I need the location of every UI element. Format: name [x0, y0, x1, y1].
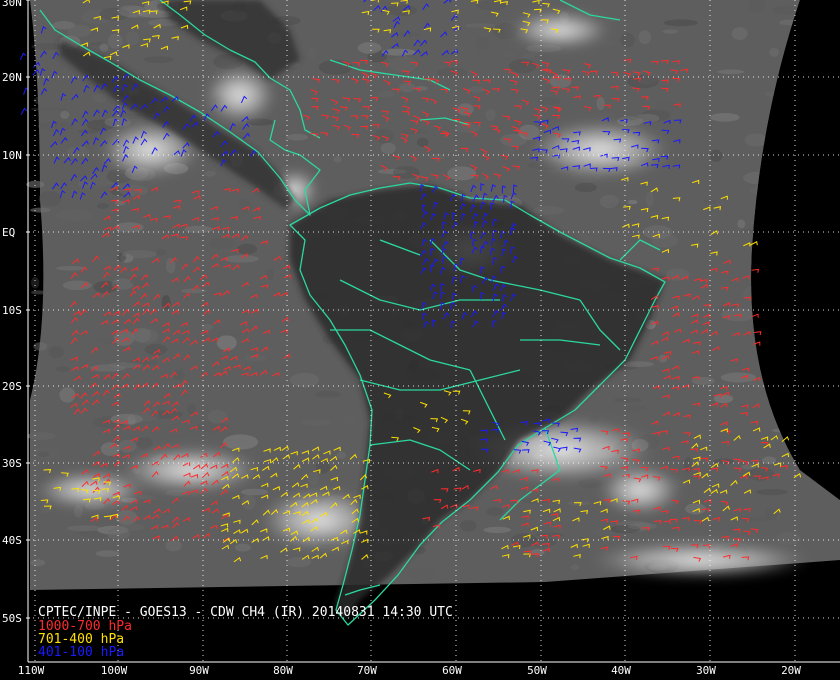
lat-label: 10N	[2, 149, 22, 162]
longitude-labels: 110W 100W 90W 80W 70W 60W 50W 40W 30W 20W	[18, 664, 802, 677]
lon-label: 30W	[696, 664, 716, 677]
map-title: CPTEC/INPE - GOES13 - CDW CH4 (IR) 20140…	[38, 605, 453, 620]
lon-label: 110W	[18, 664, 45, 677]
lat-label: 30N	[2, 0, 22, 9]
lon-label: 40W	[611, 664, 631, 677]
lon-label: 90W	[189, 664, 209, 677]
lat-label: 20S	[2, 380, 22, 393]
lon-label: 20W	[781, 664, 801, 677]
lon-label: 100W	[101, 664, 128, 677]
latitude-labels: 30N 20N 10N EQ 10S 20S 30S 40S 50S	[2, 0, 30, 625]
map-canvas: 30N 20N 10N EQ 10S 20S 30S 40S 50S 110W 100W 90W 80…	[2, 0, 840, 677]
wind-barb	[19, 52, 27, 60]
lat-label: 30S	[2, 457, 22, 470]
lon-label: 60W	[442, 664, 462, 677]
legend-high-level: 401-100 hPa	[38, 645, 124, 660]
lat-label: EQ	[2, 226, 15, 239]
lat-label: 40S	[2, 534, 22, 547]
lon-label: 50W	[527, 664, 547, 677]
lat-label: 50S	[2, 612, 22, 625]
satellite-wind-map: 30N 20N 10N EQ 10S 20S 30S 40S 50S 110W 100W 90W 80…	[0, 0, 840, 680]
lon-label: 70W	[357, 664, 377, 677]
title-block: CPTEC/INPE - GOES13 - CDW CH4 (IR) 20140…	[38, 605, 453, 660]
lat-label: 10S	[2, 304, 22, 317]
wind-barb	[20, 107, 28, 115]
lon-label: 80W	[273, 664, 293, 677]
lat-label: 20N	[2, 71, 22, 84]
